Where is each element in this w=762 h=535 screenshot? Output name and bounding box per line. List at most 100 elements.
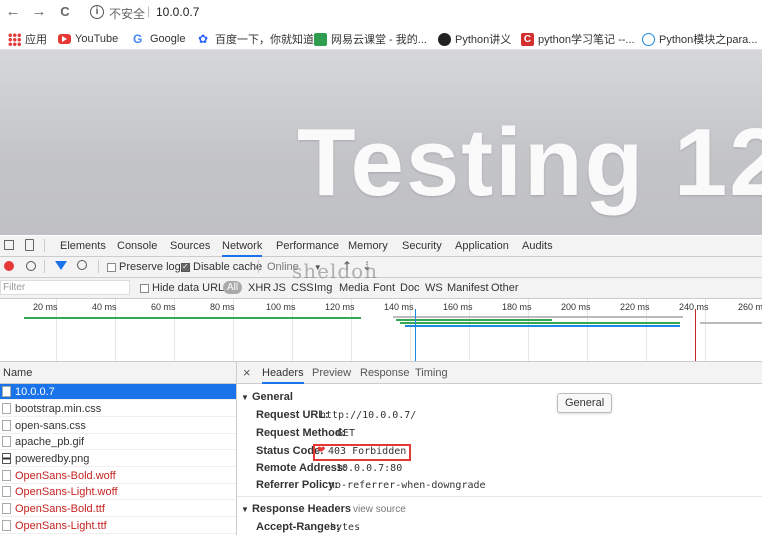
bookmark-baidu[interactable]: ✿ 百度一下，你就知道 [198,31,314,47]
bookmark-python-study[interactable]: C python学习笔记 --... [521,31,635,47]
bookmark-label: Google [150,33,186,45]
tab-security[interactable]: Security [402,240,442,252]
inspect-element-icon[interactable] [4,240,14,250]
devtools-tabbar: Elements Console Sources Network Perform… [0,236,762,257]
timeline-tick-label: 100 ms [266,302,296,312]
name-column-label: Name [3,367,33,379]
tab-console[interactable]: Console [117,240,157,252]
request-row[interactable]: OpenSans-Light.ttf [0,518,236,534]
response-headers-toggle[interactable]: ▼ Response Headers [241,503,351,515]
page-title: Testing 12 [297,109,762,216]
search-icon[interactable] [77,260,87,270]
request-detail-pane: × Headers Preview Response Timing ▼ Gene… [237,362,762,535]
checkbox-icon [107,262,116,272]
insecure-label[interactable]: 不安全 [109,5,145,22]
timeline-tick-label: 20 ms [33,302,58,312]
header-value: GET [337,428,356,439]
request-name: open-sans.css [15,419,86,432]
filter-type-ws[interactable]: WS [425,282,443,294]
tab-audits[interactable]: Audits [522,240,553,252]
filter-type-media[interactable]: Media [339,282,369,294]
reload-icon[interactable]: C [56,3,74,21]
filter-type-manifest[interactable]: Manifest [447,282,489,294]
bookmark-google[interactable]: G Google [133,31,185,47]
checkbox-checked-icon [181,262,190,272]
name-column-header[interactable]: Name [0,362,236,384]
header-key: Request URL: [256,409,329,421]
disable-cache-label: Disable cache [193,261,263,273]
tab-elements[interactable]: Elements [60,240,106,252]
back-arrow-icon[interactable]: ← [4,3,22,21]
info-icon[interactable]: i [90,5,104,19]
tab-headers[interactable]: Headers [262,367,304,384]
timeline-tick-label: 40 ms [92,302,117,312]
divider [237,496,762,497]
dom-content-loaded-marker [415,309,416,361]
bookmark-label: YouTube [75,33,119,45]
filter-input[interactable]: Filter [0,280,130,295]
forward-arrow-icon[interactable]: → [30,3,48,21]
preserve-log-checkbox[interactable]: Preserve log [107,261,181,273]
status-highlight-box [313,444,411,461]
font-file-icon [2,486,11,497]
filter-type-all[interactable]: All [223,281,243,294]
hide-data-urls-checkbox[interactable]: Hide data URLs [140,282,230,294]
bookmark-label: Python讲义 [455,34,512,46]
request-row[interactable]: 10.0.0.7 [0,384,236,400]
page-icon [642,32,655,46]
request-row[interactable]: poweredby.png [0,451,236,467]
stylesheet-icon [2,403,11,414]
tab-application[interactable]: Application [455,240,509,252]
filter-type-img[interactable]: Img [314,282,332,294]
filter-type-xhr[interactable]: XHR [248,282,271,294]
bookmark-apps[interactable]: 应用 [8,31,47,47]
filter-type-doc[interactable]: Doc [400,282,420,294]
clear-icon[interactable] [26,261,36,271]
url-field[interactable]: 10.0.0.7 [156,5,199,19]
filter-type-other[interactable]: Other [491,282,519,294]
network-overview-timeline[interactable]: 20 ms 40 ms 60 ms 80 ms 100 ms 120 ms 14… [0,299,762,362]
tab-network[interactable]: Network [222,240,263,257]
timeline-bar-document [24,317,361,319]
request-row[interactable]: OpenSans-Light.woff [0,484,236,500]
request-row[interactable]: open-sans.css [0,418,236,434]
bookmark-python-notes[interactable]: Python讲义 [438,31,511,47]
request-row[interactable]: bootstrap.min.css [0,401,236,417]
timeline-tick-label: 120 ms [325,302,355,312]
tab-sources[interactable]: Sources [170,240,210,252]
expand-triangle-icon: ▼ [241,505,249,514]
filter-type-font[interactable]: Font [373,282,395,294]
baidu-icon: ✿ [198,31,209,46]
google-icon: G [133,31,143,46]
tab-response[interactable]: Response [360,367,410,379]
tab-preview[interactable]: Preview [312,367,351,379]
view-source-link[interactable]: view source [353,504,406,515]
response-headers-title: Response Headers [251,503,352,515]
filter-type-js[interactable]: JS [273,282,286,294]
stylesheet-icon [2,420,11,431]
record-icon[interactable] [4,261,14,271]
bookmark-youtube[interactable]: YouTube [58,31,118,47]
tab-performance[interactable]: Performance [276,240,339,252]
header-value: 10.0.0.7:80 [336,463,403,474]
netease-icon [314,32,327,46]
filter-icon[interactable] [55,261,67,270]
divider [44,260,45,273]
request-row[interactable]: OpenSans-Bold.ttf [0,501,236,517]
device-toolbar-icon[interactable] [25,239,34,251]
filter-type-css[interactable]: CSS [291,282,314,294]
bookmark-netease[interactable]: 网易云课堂 - 我的... [314,31,427,47]
general-section-toggle[interactable]: ▼ General [241,391,293,403]
tab-timing[interactable]: Timing [415,367,448,379]
general-section-title: General [251,391,293,403]
close-icon[interactable]: × [243,365,251,380]
tab-memory[interactable]: Memory [348,240,388,252]
disable-cache-checkbox[interactable]: Disable cache [181,261,262,273]
bookmark-label: Python模块之para... [659,34,758,46]
image-icon [2,453,11,464]
apps-icon [8,32,21,46]
request-row[interactable]: OpenSans-Bold.woff [0,468,236,484]
request-row[interactable]: apache_pb.gif [0,434,236,450]
bookmark-label: 网易云课堂 - 我的... [331,34,427,46]
bookmark-python-module[interactable]: Python模块之para... [642,31,757,47]
